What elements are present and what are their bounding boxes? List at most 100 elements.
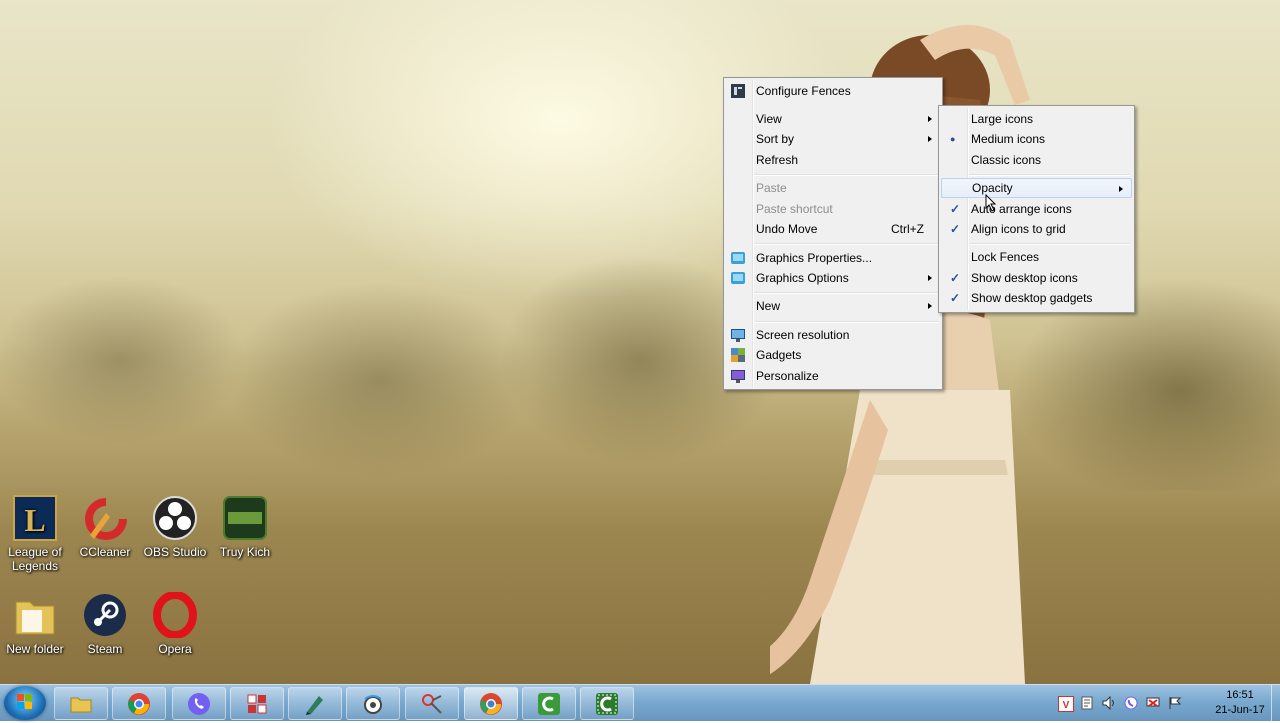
viber-icon[interactable]	[172, 687, 226, 720]
desktop-icon-opera[interactable]: Opera	[140, 591, 210, 656]
submenu-item-show-desktop-gadgets[interactable]: ✓ Show desktop gadgets	[941, 288, 1132, 308]
viber-tray-icon[interactable]	[1124, 696, 1138, 710]
menu-item-new[interactable]: New	[726, 296, 940, 316]
radio-selected-icon: ●	[950, 134, 956, 144]
menu-item-label: Gadgets	[756, 348, 802, 362]
submenu-arrow-icon	[928, 275, 932, 281]
menu-item-graphics-properties[interactable]: Graphics Properties...	[726, 248, 940, 268]
menu-item-gadgets[interactable]: Gadgets	[726, 345, 940, 365]
submenu-item-lock-fences[interactable]: Lock Fences	[941, 247, 1132, 267]
menu-item-label: Opacity	[972, 181, 1013, 195]
menu-item-label: Large icons	[971, 112, 1034, 126]
windows-start-icon[interactable]	[4, 686, 46, 720]
intel-graphics-icon	[730, 270, 746, 286]
desktop-icon-truy-kich[interactable]: Truy Kich	[210, 495, 280, 559]
svg-text:V: V	[1063, 700, 1070, 711]
submenu-item-show-desktop-icons[interactable]: ✓ Show desktop icons	[941, 268, 1132, 288]
menu-item-label: Sort by	[756, 132, 795, 146]
desktop-context-menu: Configure Fences View Sort by Refresh Pa…	[723, 77, 943, 390]
submenu-item-align-icons-to-grid[interactable]: ✓ Align icons to grid	[941, 219, 1132, 239]
menu-item-label: Lock Fences	[971, 250, 1040, 264]
menu-item-label: Paste shortcut	[756, 202, 833, 216]
menu-item-label: Paste	[756, 181, 787, 195]
clock-date: 21-Jun-17	[1215, 704, 1265, 716]
desktop-icon-steam[interactable]: Steam	[70, 592, 140, 656]
menu-item-label: Refresh	[756, 153, 799, 167]
menu-item-refresh[interactable]: Refresh	[726, 150, 940, 170]
menu-item-label: Screen resolution	[756, 328, 850, 342]
camtasia-icon[interactable]	[522, 687, 576, 720]
menu-separator	[754, 243, 938, 245]
desktop-icon-label: Steam	[87, 642, 123, 656]
network-icon[interactable]	[1146, 696, 1160, 710]
league-of-legends-icon: L	[12, 495, 58, 541]
taskbar-clock[interactable]: 16:51 21-Jun-17	[1210, 688, 1270, 718]
desktop-icon-label: OBS Studio	[143, 545, 207, 559]
menu-separator	[969, 243, 1130, 245]
volume-icon[interactable]	[1102, 695, 1116, 711]
menu-item-label: Undo Move	[756, 222, 818, 236]
menu-separator	[754, 174, 938, 176]
obs-studio-icon	[152, 495, 198, 541]
submenu-item-classic-icons[interactable]: Classic icons	[941, 150, 1132, 170]
camtasia-recorder-icon[interactable]	[580, 687, 634, 720]
notes-icon[interactable]	[1080, 696, 1094, 710]
file-explorer-icon[interactable]	[54, 687, 108, 720]
desktop-wallpaper[interactable]	[0, 0, 1280, 684]
desktop-icon-league-of-legends[interactable]: L League of Legends	[0, 495, 70, 573]
submenu-item-opacity[interactable]: Opacity	[941, 178, 1132, 198]
chrome-icon[interactable]	[112, 687, 166, 720]
checkmark-icon: ✓	[950, 202, 961, 216]
submenu-arrow-icon	[928, 136, 932, 142]
taskbar: V 16:51 21-Jun-17	[0, 684, 1280, 721]
menu-item-graphics-options[interactable]: Graphics Options	[726, 268, 940, 288]
menu-item-label: Graphics Options	[756, 271, 849, 285]
desktop-icon-label: Truy Kich	[219, 545, 271, 559]
submenu-item-auto-arrange-icons[interactable]: ✓ Auto arrange icons	[941, 199, 1132, 219]
menu-item-screen-resolution[interactable]: Screen resolution	[726, 325, 940, 345]
menu-item-view[interactable]: View	[726, 109, 940, 129]
pen-tool-icon[interactable]	[288, 687, 342, 720]
menu-item-personalize[interactable]: Personalize	[726, 366, 940, 386]
menu-item-label: Configure Fences	[756, 84, 851, 98]
menu-item-label: Show desktop icons	[971, 271, 1078, 285]
personalize-icon	[730, 368, 746, 384]
checkmark-icon: ✓	[950, 222, 961, 236]
menu-item-label: Medium icons	[971, 132, 1046, 146]
menu-separator	[969, 174, 1130, 176]
desktop-icon-label: League of Legends	[8, 545, 62, 573]
menu-item-undo-move[interactable]: Undo Move Ctrl+Z	[726, 219, 940, 239]
view-submenu: Large icons ● Medium icons Classic icons…	[938, 105, 1135, 313]
menu-item-shortcut: Ctrl+Z	[891, 222, 924, 236]
menu-item-label: New	[756, 299, 781, 313]
submenu-arrow-icon	[928, 303, 932, 309]
submenu-item-medium-icons[interactable]: ● Medium icons	[941, 129, 1132, 149]
app-icon[interactable]	[230, 687, 284, 720]
submenu-item-large-icons[interactable]: Large icons	[941, 109, 1132, 129]
desktop-icon-ccleaner[interactable]: CCleaner	[70, 495, 140, 559]
snipping-tool-icon[interactable]	[405, 687, 459, 720]
menu-item-configure-fences[interactable]: Configure Fences	[726, 81, 940, 101]
submenu-arrow-icon	[928, 116, 932, 122]
svg-text:L: L	[24, 502, 45, 538]
desktop-icon-label: New folder	[6, 642, 64, 656]
mouse-cursor-icon	[985, 194, 997, 212]
menu-item-label: Classic icons	[971, 153, 1042, 167]
menu-item-sort-by[interactable]: Sort by	[726, 129, 940, 149]
menu-separator	[754, 292, 938, 294]
show-desktop-button[interactable]	[1271, 685, 1280, 721]
checkmark-icon: ✓	[950, 271, 961, 285]
opera-icon	[152, 591, 198, 639]
desktop-icon-new-folder[interactable]: New folder	[0, 592, 70, 656]
menu-item-label: Personalize	[756, 369, 819, 383]
flag-icon[interactable]	[1168, 696, 1182, 710]
browser-icon[interactable]	[346, 687, 400, 720]
steam-icon	[82, 592, 128, 638]
chrome-canary-icon[interactable]	[464, 687, 518, 720]
clock-time: 16:51	[1226, 689, 1254, 701]
fences-icon	[730, 83, 746, 99]
vietkey-icon[interactable]: V	[1058, 696, 1074, 712]
desktop-icon-obs-studio[interactable]: OBS Studio	[140, 495, 210, 559]
ccleaner-icon	[82, 495, 128, 541]
menu-separator	[754, 321, 938, 323]
